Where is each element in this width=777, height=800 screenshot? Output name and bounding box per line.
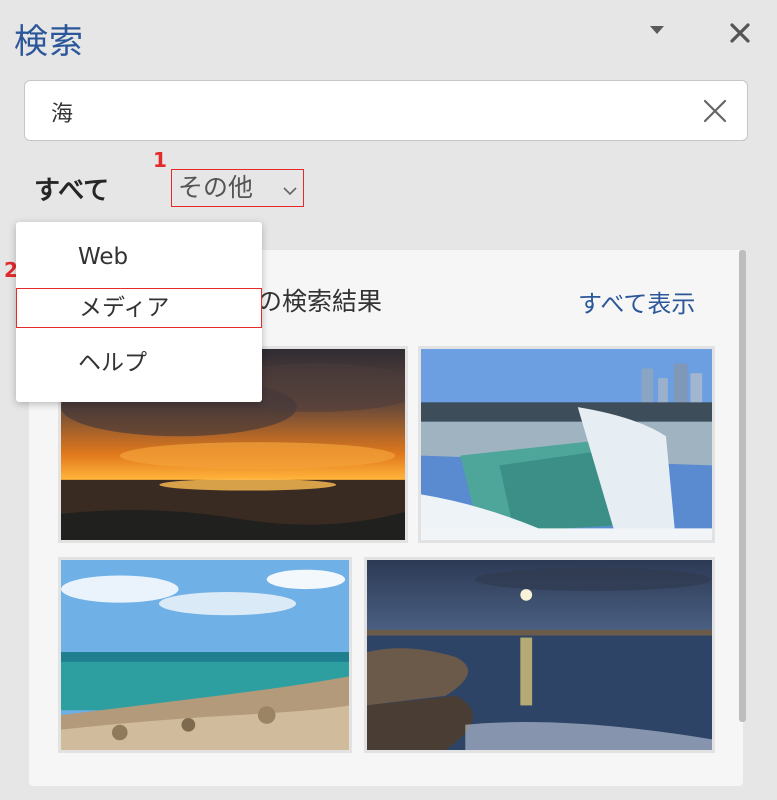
menu-item-web[interactable]: Web	[16, 238, 262, 278]
show-all-link[interactable]: すべて表示	[578, 284, 695, 319]
tab-other[interactable]: その他	[171, 169, 304, 207]
tab-all[interactable]: すべて	[34, 170, 109, 207]
search-input[interactable]	[49, 93, 673, 131]
result-image-waterfall[interactable]	[418, 346, 715, 543]
menu-item-help[interactable]: ヘルプ	[16, 344, 262, 384]
search-box[interactable]	[24, 80, 748, 141]
result-image-moonlit-coast[interactable]	[364, 557, 715, 753]
close-icon[interactable]	[726, 14, 754, 48]
panel-title: 検索	[14, 22, 84, 62]
results-section-title: の検索結果	[257, 287, 383, 316]
other-dropdown-menu: Web メディア ヘルプ	[16, 222, 262, 402]
result-image-turquoise-sea[interactable]	[58, 557, 352, 753]
panel-options-dropdown-icon[interactable]	[650, 26, 664, 34]
callout-number-1: 1	[153, 148, 167, 172]
tab-other-label: その他	[178, 173, 254, 202]
results-scrollbar[interactable]	[739, 250, 746, 722]
menu-item-media[interactable]: メディア	[16, 288, 262, 328]
clear-search-icon[interactable]	[701, 97, 729, 125]
chevron-down-icon	[283, 187, 297, 196]
